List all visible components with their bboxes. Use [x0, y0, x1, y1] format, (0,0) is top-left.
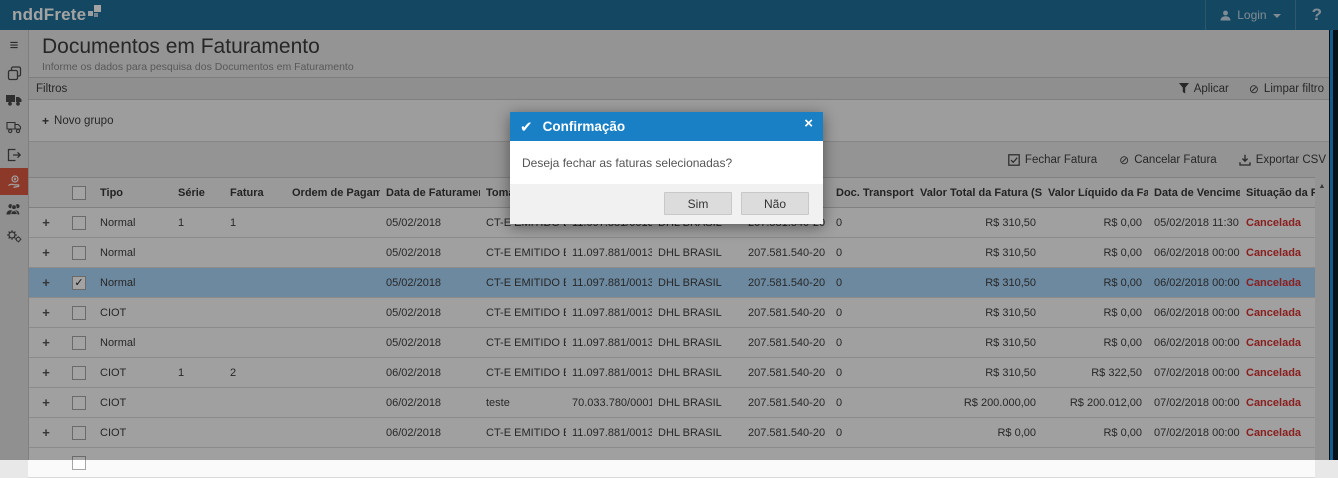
dialog-header: ✔ Confirmação ×	[510, 112, 823, 141]
close-icon[interactable]: ×	[804, 116, 813, 131]
dialog-title: Confirmação	[543, 119, 805, 134]
dialog-footer: Sim Não	[510, 184, 823, 224]
confirmation-dialog: ✔ Confirmação × Deseja fechar as faturas…	[510, 112, 823, 224]
no-button[interactable]: Não	[741, 192, 809, 215]
modal-dim-overlay	[0, 0, 1338, 460]
yes-button[interactable]: Sim	[664, 192, 732, 215]
dialog-message: Deseja fechar as faturas selecionadas?	[510, 141, 823, 184]
check-icon: ✔	[520, 118, 533, 136]
